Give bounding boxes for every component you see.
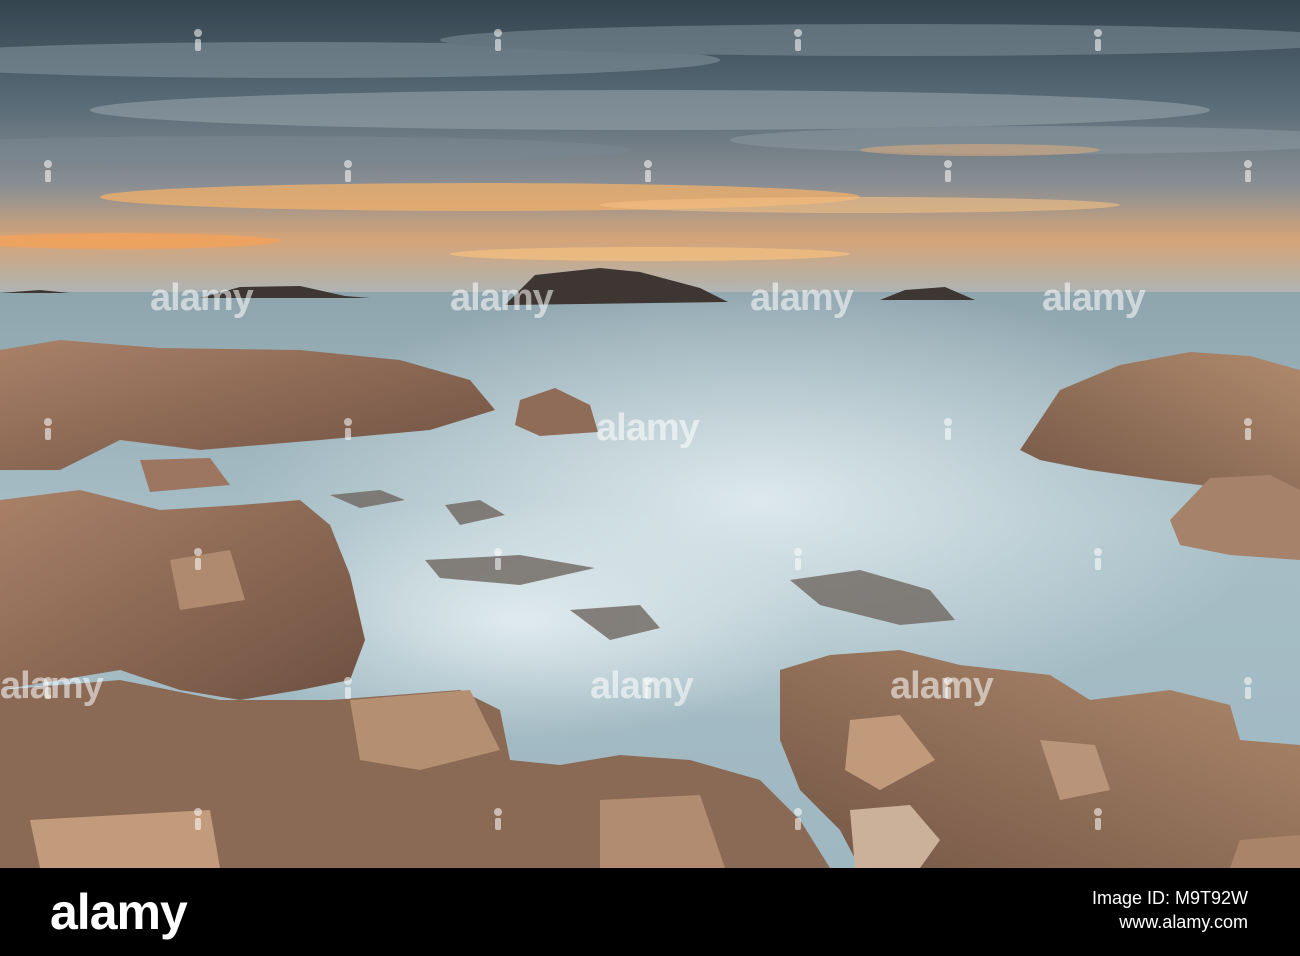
image-id: Image ID: M9T92W xyxy=(1091,888,1248,908)
watermark-dot xyxy=(943,160,953,182)
watermark-dot xyxy=(1243,677,1253,699)
watermark-dot xyxy=(343,160,353,182)
watermark-dot xyxy=(1243,418,1253,440)
watermark-dot xyxy=(493,808,503,830)
site-url: www.alamy.com xyxy=(1119,912,1248,932)
watermark-word: alamy xyxy=(750,277,854,319)
watermark-dot xyxy=(793,29,803,51)
watermark-word: alamy xyxy=(890,665,994,707)
watermark-dot xyxy=(193,29,203,51)
watermark-dot xyxy=(493,29,503,51)
watermark-dot xyxy=(793,808,803,830)
watermark-word: alamy xyxy=(1042,277,1146,319)
watermark-dot xyxy=(193,548,203,570)
watermark-word: alamy xyxy=(0,665,104,707)
watermark-word: alamy xyxy=(450,277,554,319)
watermark-dot xyxy=(343,677,353,699)
watermark-dot xyxy=(43,418,53,440)
watermark-dot xyxy=(1243,160,1253,182)
watermark-dot xyxy=(493,548,503,570)
watermark-dot xyxy=(1093,808,1103,830)
image-info: Image ID: M9T92W www.alamy.com xyxy=(1092,886,1248,934)
watermark-word: alamy xyxy=(596,407,700,449)
watermark-dot xyxy=(43,160,53,182)
watermark-dot xyxy=(793,548,803,570)
watermark-dot xyxy=(1093,548,1103,570)
watermark-word: alamy xyxy=(590,665,694,707)
watermark-dot xyxy=(193,808,203,830)
watermark-dot xyxy=(1093,29,1103,51)
watermark-dot xyxy=(943,418,953,440)
watermark-word: alamy xyxy=(150,277,254,319)
photo: alamy alamy alamy alamy alamy alamy alam… xyxy=(0,0,1300,868)
watermark-dot xyxy=(343,418,353,440)
brand-logo: alamy xyxy=(50,884,188,940)
watermark-dot xyxy=(643,160,653,182)
